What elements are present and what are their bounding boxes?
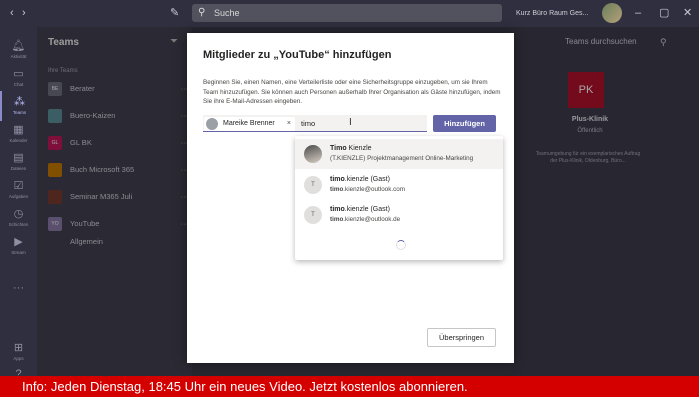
dialog-title: Mitglieder zu „YouTube“ hinzufügen <box>203 49 392 61</box>
rail-item-shifts[interactable]: ◷ Schichten <box>0 203 37 233</box>
avatar <box>304 145 322 163</box>
user-avatar[interactable] <box>602 3 622 23</box>
rail-item-teams[interactable]: ⁂ Teams <box>0 91 37 121</box>
info-banner: Info: Jeden Dienstag, 18:45 Uhr ein neue… <box>0 376 699 397</box>
close-window-icon[interactable]: ✕ <box>683 0 692 27</box>
rail-item-chat[interactable]: ▭ Chat <box>0 63 37 93</box>
bell-icon: 🔔︎ <box>11 40 26 52</box>
app-rail: 🔔︎ Aktivität ▭ Chat ⁂ Teams ▦ Kalender ▤ Date… <box>0 27 37 387</box>
stream-icon: ▶ <box>14 236 23 248</box>
avatar: T <box>304 206 322 224</box>
loading-spinner-icon <box>396 240 406 250</box>
back-arrow-icon[interactable]: ‹ <box>10 0 14 27</box>
member-chip: Mareike Brenner × <box>204 117 295 131</box>
suggestion-item[interactable]: Timo Kienzle (T.KIENZLE) Projektmanageme… <box>295 139 503 169</box>
skip-button[interactable]: Überspringen <box>427 328 496 347</box>
compose-icon[interactable]: ✎ <box>170 0 179 27</box>
avatar: T <box>304 176 322 194</box>
add-button[interactable]: Hinzufügen <box>433 115 496 132</box>
forward-arrow-icon[interactable]: › <box>22 0 26 27</box>
chat-icon: ▭ <box>13 68 24 80</box>
dialog-description: Beginnen Sie, einen Namen, eine Verteile… <box>203 79 501 105</box>
suggestion-dropdown: Timo Kienzle (T.KIENZLE) Projektmanageme… <box>295 136 503 260</box>
rail-more-icon[interactable]: ··· <box>0 277 37 307</box>
teams-icon: ⁂ <box>14 96 25 108</box>
member-input-text[interactable]: timo <box>301 115 315 132</box>
maximize-icon[interactable]: ▢ <box>659 0 669 27</box>
add-members-dialog: Mitglieder zu „YouTube“ hinzufügen Begin… <box>187 33 514 363</box>
avatar <box>206 118 218 130</box>
organization-switcher[interactable]: Kurz Büro Raum Ges... <box>516 0 588 27</box>
search-input[interactable]: ⚲ Suche <box>192 4 502 22</box>
calendar-icon: ▦ <box>13 124 24 136</box>
text-cursor-icon: I <box>349 117 352 128</box>
rail-item-activity[interactable]: 🔔︎ Aktivität <box>0 35 37 65</box>
rail-item-stream[interactable]: ▶ Stream <box>0 231 37 261</box>
rail-item-tasks[interactable]: ☑ Aufgaben <box>0 175 37 205</box>
search-placeholder: Suche <box>214 8 240 18</box>
rail-item-files[interactable]: ▤ Dateien <box>0 147 37 177</box>
files-icon: ▤ <box>13 152 24 164</box>
tasks-icon: ☑ <box>13 180 24 192</box>
chip-name: Mareike Brenner <box>223 120 275 127</box>
search-icon: ⚲ <box>198 7 206 18</box>
suggestion-item[interactable]: T timo.kienzle (Gast) timo.kienzle@outlo… <box>295 200 503 230</box>
title-bar: ‹ › ✎ ⚲ Suche Kurz Büro Raum Ges... – ▢ … <box>0 0 699 27</box>
remove-chip-icon[interactable]: × <box>287 117 291 131</box>
shifts-icon: ◷ <box>13 208 24 220</box>
suggestion-item[interactable]: T timo.kienzle (Gast) timo.kienzle@outlo… <box>295 170 503 200</box>
minimize-icon[interactable]: – <box>635 0 641 27</box>
apps-icon: ⊞ <box>13 342 24 354</box>
rail-item-calendar[interactable]: ▦ Kalender <box>0 119 37 149</box>
